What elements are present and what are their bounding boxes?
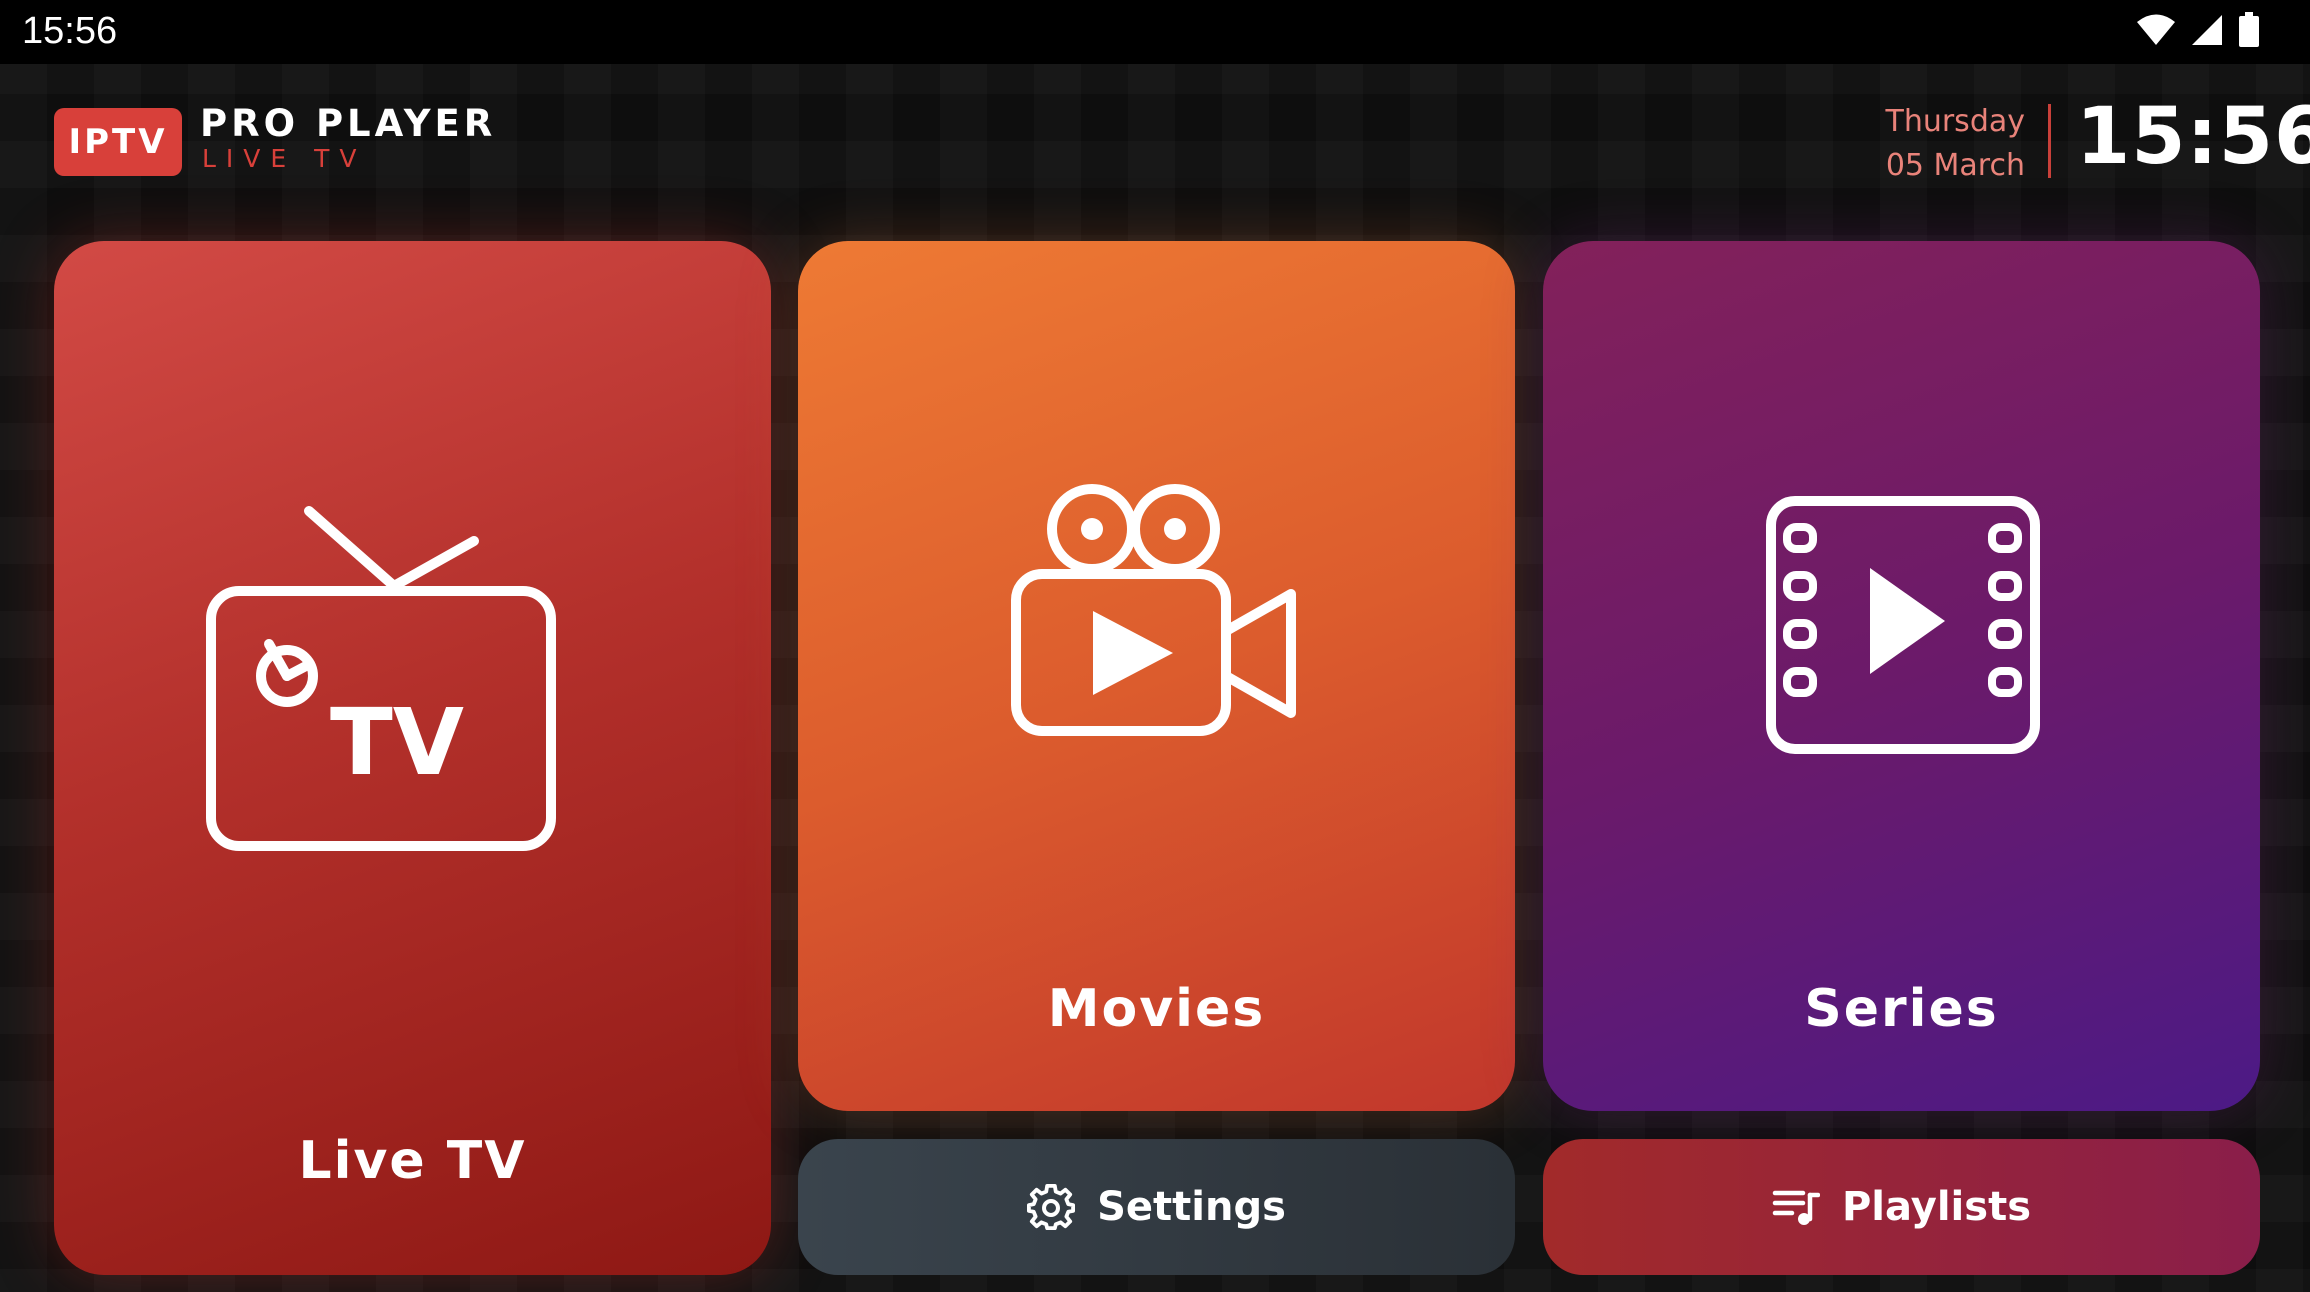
battery-icon bbox=[2239, 12, 2259, 47]
status-icons bbox=[2136, 12, 2260, 48]
series-tile[interactable]: Series bbox=[1543, 241, 2260, 1111]
tv-icon-text: TV bbox=[330, 689, 464, 796]
movies-label: Movies bbox=[1047, 979, 1266, 1039]
movies-tile[interactable]: Movies bbox=[798, 241, 1515, 1111]
signal-icon bbox=[2192, 15, 2222, 45]
live-tv-tile[interactable]: TV Live TV bbox=[54, 241, 771, 1275]
playlists-button[interactable]: Playlists bbox=[1543, 1139, 2260, 1275]
settings-label: Settings bbox=[1097, 1184, 1286, 1230]
date-block: Thursday 05 March bbox=[1886, 100, 2026, 188]
date-label: 05 March bbox=[1885, 148, 2025, 183]
playlists-label: Playlists bbox=[1841, 1184, 2032, 1230]
gear-icon bbox=[1027, 1183, 1076, 1231]
series-label: Series bbox=[1804, 979, 1999, 1039]
wifi-icon bbox=[2137, 14, 2175, 45]
day-label: Thursday bbox=[1885, 104, 2026, 139]
movie-camera-icon bbox=[1011, 484, 1296, 736]
playlist-icon bbox=[1772, 1190, 1820, 1225]
status-time: 15:56 bbox=[22, 10, 118, 52]
logo-subtitle: LIVE TV bbox=[202, 144, 367, 173]
settings-button[interactable]: Settings bbox=[798, 1139, 1515, 1275]
film-strip-icon bbox=[1766, 496, 2040, 754]
live-tv-label: Live TV bbox=[298, 1131, 527, 1191]
logo-badge: IPTV bbox=[54, 108, 182, 176]
tv-icon: TV bbox=[206, 506, 556, 851]
header-clock: 15:56 bbox=[2076, 92, 2310, 182]
status-bar: 15:56 bbox=[0, 0, 2310, 64]
logo-title: PRO PLAYER bbox=[200, 102, 497, 145]
date-divider bbox=[2048, 104, 2051, 178]
